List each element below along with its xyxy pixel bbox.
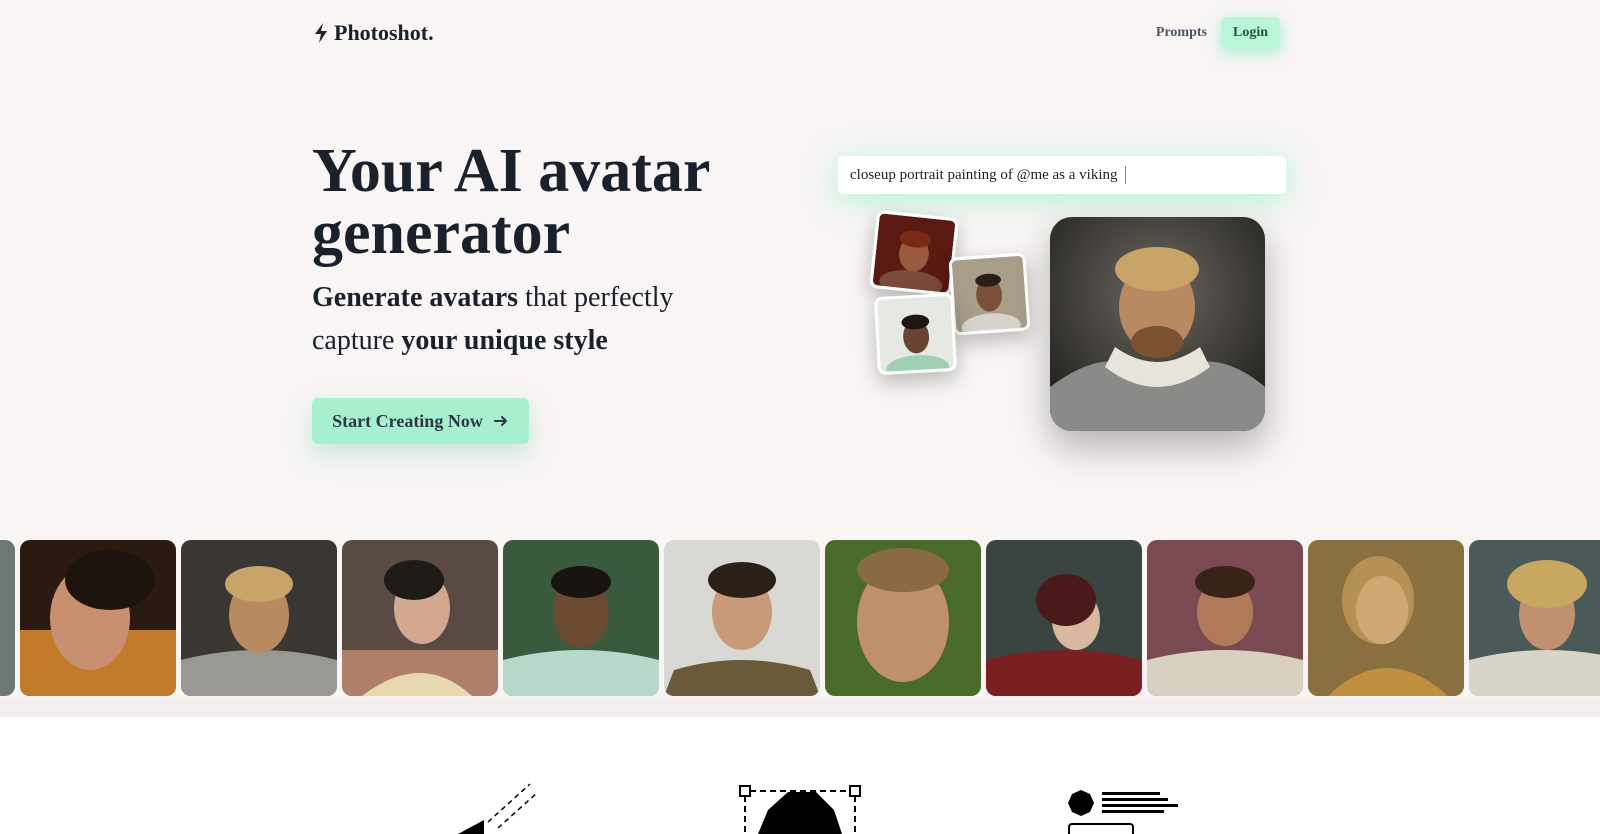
source-photo-1	[869, 209, 959, 297]
gallery-divider	[0, 697, 1600, 717]
shape-select-icon	[739, 785, 861, 834]
brand-name: Photoshot.	[334, 20, 434, 45]
gallery-tile	[20, 540, 176, 696]
hero-subtitle: Generate avatars that perfectly capture …	[312, 276, 752, 362]
wand-icon	[458, 783, 539, 834]
gallery-tile	[825, 540, 981, 696]
generated-avatar	[1050, 217, 1265, 431]
source-photo-2	[948, 252, 1031, 336]
subtitle-bold-1: Generate avatars	[312, 282, 519, 313]
gallery-tile	[342, 540, 498, 696]
list-layout-icon	[1068, 790, 1178, 834]
site-header: Photoshot. Prompts Login	[312, 16, 1280, 50]
gallery-tile	[1308, 540, 1464, 696]
avatar-gallery	[0, 540, 1600, 697]
hero-title: Your AI avatar generator	[312, 137, 710, 267]
cta-label: Start Creating Now	[332, 410, 483, 431]
arrow-right-icon	[493, 416, 507, 426]
gallery-tile	[986, 540, 1142, 696]
prompt-input[interactable]	[838, 156, 1286, 194]
gallery-tile	[503, 540, 659, 696]
gallery-tile	[664, 540, 820, 696]
gallery-tile	[0, 540, 15, 696]
gallery-tile	[1147, 540, 1303, 696]
subtitle-bold-2: your unique style	[401, 325, 608, 356]
start-creating-button[interactable]: Start Creating Now	[312, 398, 529, 444]
gallery-tile	[1469, 540, 1600, 696]
lightning-icon	[315, 23, 327, 43]
source-photo-3	[874, 292, 957, 376]
gallery-tile	[181, 540, 337, 696]
brand-logo[interactable]: Photoshot.	[312, 20, 434, 46]
nav-prompts-link[interactable]: Prompts	[1156, 25, 1207, 41]
login-button[interactable]: Login	[1220, 17, 1280, 49]
top-nav: Prompts Login	[1156, 17, 1280, 49]
text-caret	[1125, 166, 1126, 184]
